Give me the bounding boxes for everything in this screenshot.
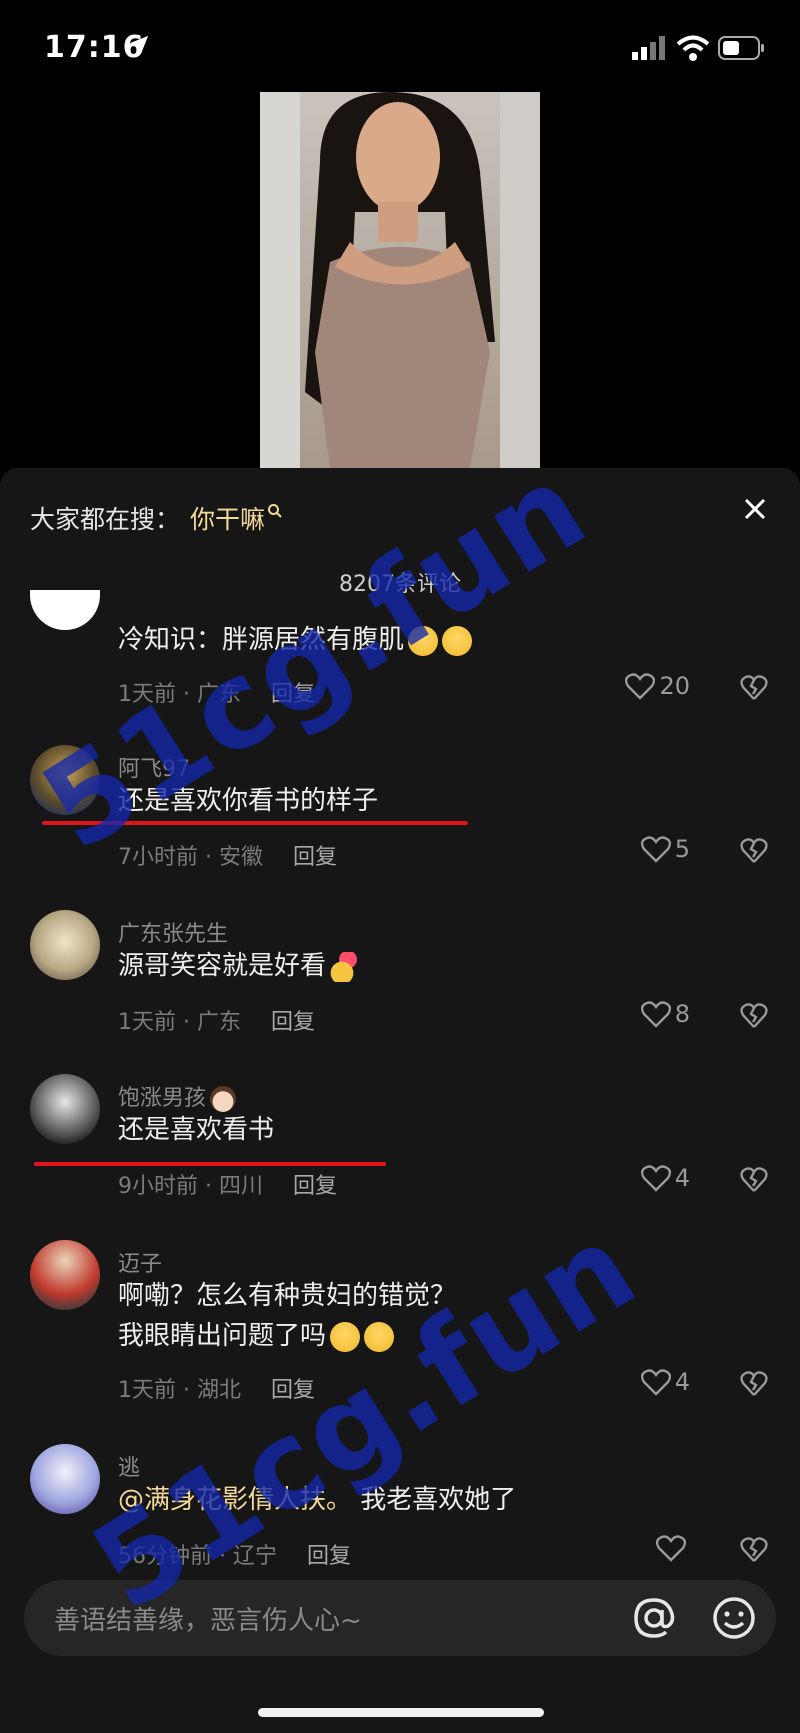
comment-input-placeholder: 善语结善缘，恶言伤人心~ [54, 1606, 362, 1636]
comment-username[interactable]: 迈子 [118, 1246, 162, 1278]
comment-username[interactable]: 饱涨男孩 [118, 1080, 237, 1112]
video-frame-image [260, 92, 540, 468]
like-count: 20 [659, 672, 690, 700]
comment-time-location: 9小时前 · 四川 [118, 1174, 263, 1199]
heart-icon [640, 1001, 671, 1028]
broken-heart-icon[interactable] [740, 674, 768, 702]
like-button[interactable]: 8 [640, 1000, 690, 1028]
search-icon [268, 504, 282, 518]
boy-face-icon [210, 1086, 237, 1112]
like-button[interactable]: 20 [625, 672, 690, 700]
broken-heart-icon[interactable] [740, 1536, 768, 1564]
like-button[interactable] [656, 1534, 690, 1562]
like-count: 4 [674, 1368, 690, 1396]
broken-heart-icon[interactable] [740, 837, 768, 865]
like-count: 5 [674, 835, 690, 863]
heart-icon [625, 673, 656, 700]
emoji-icon[interactable] [710, 1594, 758, 1642]
comment-time-location: 1天前 · 湖北 [118, 1378, 241, 1403]
reply-button[interactable]: 回复 [307, 1544, 351, 1569]
avatar[interactable] [30, 1074, 100, 1144]
avatar[interactable] [30, 1240, 100, 1310]
location-arrow-icon [129, 35, 149, 55]
cellular-signal-icon [632, 36, 665, 60]
broken-heart-icon[interactable] [740, 1002, 768, 1030]
trending-search[interactable]: 大家都在搜： 你干嘛 [30, 498, 283, 538]
wifi-icon [676, 35, 710, 61]
close-icon[interactable] [738, 492, 772, 526]
video-preview[interactable] [260, 92, 540, 468]
battery-icon [718, 36, 764, 60]
comment-meta: 9小时前 · 四川 回复 [118, 1168, 337, 1200]
comment-text: 还是喜欢看书 [118, 1115, 275, 1145]
broken-heart-icon[interactable] [740, 1370, 768, 1398]
trending-search-keyword[interactable]: 你干嘛 [190, 500, 265, 536]
reply-button[interactable]: 回复 [271, 1010, 315, 1035]
comment-meta: 1天前 · 广东 回复 [118, 1004, 315, 1036]
avatar[interactable] [30, 1444, 100, 1514]
like-button[interactable]: 4 [640, 1164, 690, 1192]
like-button[interactable]: 4 [640, 1368, 690, 1396]
comment-time-location: 1天前 · 广东 [118, 1010, 241, 1035]
like-button[interactable]: 5 [640, 835, 690, 863]
heart-icon [640, 836, 671, 863]
home-indicator[interactable] [258, 1708, 544, 1717]
heart-icon [640, 1369, 671, 1396]
finger-heart-icon [330, 951, 361, 982]
reply-button[interactable]: 回复 [293, 845, 337, 870]
mention-at-icon[interactable] [630, 1594, 678, 1642]
comment-username[interactable]: 广东张先生 [118, 916, 228, 948]
trending-search-label: 大家都在搜： [30, 505, 181, 534]
like-count: 8 [674, 1000, 690, 1028]
heart-icon [656, 1535, 686, 1562]
comment-text: 源哥笑容就是好看 [118, 946, 361, 986]
broken-heart-icon[interactable] [740, 1166, 768, 1194]
avatar[interactable] [30, 910, 100, 980]
comment-meta: 7小时前 · 安徽 回复 [118, 839, 337, 871]
status-bar: 17:16 [0, 0, 800, 90]
red-underline [34, 1162, 386, 1166]
reply-button[interactable]: 回复 [293, 1174, 337, 1199]
heart-icon [640, 1165, 671, 1192]
like-count: 4 [674, 1164, 690, 1192]
